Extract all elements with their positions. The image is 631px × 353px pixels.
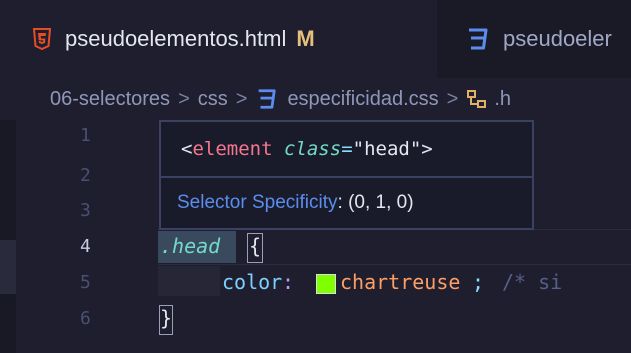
hover-element-preview: < element class = "head" > bbox=[161, 122, 532, 176]
hover-tooltip: < element class = "head" > Selector Specific… bbox=[159, 120, 534, 230]
attribute-name: class bbox=[283, 138, 342, 160]
chevron-right-icon: > bbox=[235, 87, 248, 110]
hover-specificity: Selector Specificity: (0, 1, 0) bbox=[161, 178, 532, 228]
breadcrumb-subfolder[interactable]: css bbox=[198, 88, 228, 111]
breadcrumb: 06-selectores > css > especificidad.css … bbox=[0, 78, 631, 120]
color-swatch[interactable] bbox=[316, 274, 336, 294]
gutter-strip bbox=[0, 120, 16, 353]
chevron-right-icon: > bbox=[446, 87, 459, 110]
tab-bar: pseudoelementos.html M pseudoeler bbox=[0, 0, 631, 78]
specificity-link[interactable]: Selector Specificity bbox=[177, 192, 338, 214]
attribute-value: "head" bbox=[352, 138, 422, 160]
tab-pseudoelementos-html[interactable]: pseudoelementos.html M bbox=[0, 0, 437, 78]
css-selector[interactable]: .head bbox=[160, 234, 220, 258]
equals-sign: = bbox=[341, 138, 353, 160]
css3-icon bbox=[255, 88, 277, 110]
open-brace[interactable]: { bbox=[249, 234, 261, 258]
tab-css-file[interactable]: pseudoeler bbox=[437, 0, 631, 78]
tab-title: pseudoeler bbox=[503, 26, 612, 51]
tag-close: > bbox=[421, 138, 433, 160]
line-number: 6 bbox=[80, 308, 91, 329]
element-name: element bbox=[192, 138, 273, 160]
specificity-value: (0, 1, 0) bbox=[348, 192, 414, 213]
line-number: 3 bbox=[80, 200, 91, 221]
line-number: 2 bbox=[80, 165, 91, 186]
css-property[interactable]: color bbox=[222, 270, 282, 294]
breadcrumb-file[interactable]: especificidad.css bbox=[287, 88, 438, 111]
line-number: 5 bbox=[80, 272, 91, 293]
breadcrumb-symbol[interactable]: .h bbox=[494, 88, 511, 111]
chevron-right-icon: > bbox=[178, 87, 190, 110]
html5-icon bbox=[33, 28, 51, 50]
semicolon: ; bbox=[472, 270, 485, 294]
tab-title: pseudoelementos.html bbox=[65, 26, 287, 51]
line-number: 1 bbox=[80, 125, 91, 146]
tag-open: < bbox=[181, 138, 193, 160]
colon: : bbox=[282, 270, 295, 294]
gutter-current-marker bbox=[0, 240, 16, 294]
code-comment[interactable]: /* si bbox=[502, 270, 562, 294]
indent-guide bbox=[158, 266, 220, 296]
close-brace[interactable]: } bbox=[160, 306, 172, 330]
css-value[interactable]: chartreuse bbox=[340, 270, 460, 294]
modified-indicator: M bbox=[296, 26, 315, 51]
line-number-current: 4 bbox=[80, 236, 91, 257]
css3-icon bbox=[465, 27, 489, 51]
selector-symbol-icon bbox=[466, 88, 488, 110]
breadcrumb-folder[interactable]: 06-selectores bbox=[50, 88, 170, 111]
